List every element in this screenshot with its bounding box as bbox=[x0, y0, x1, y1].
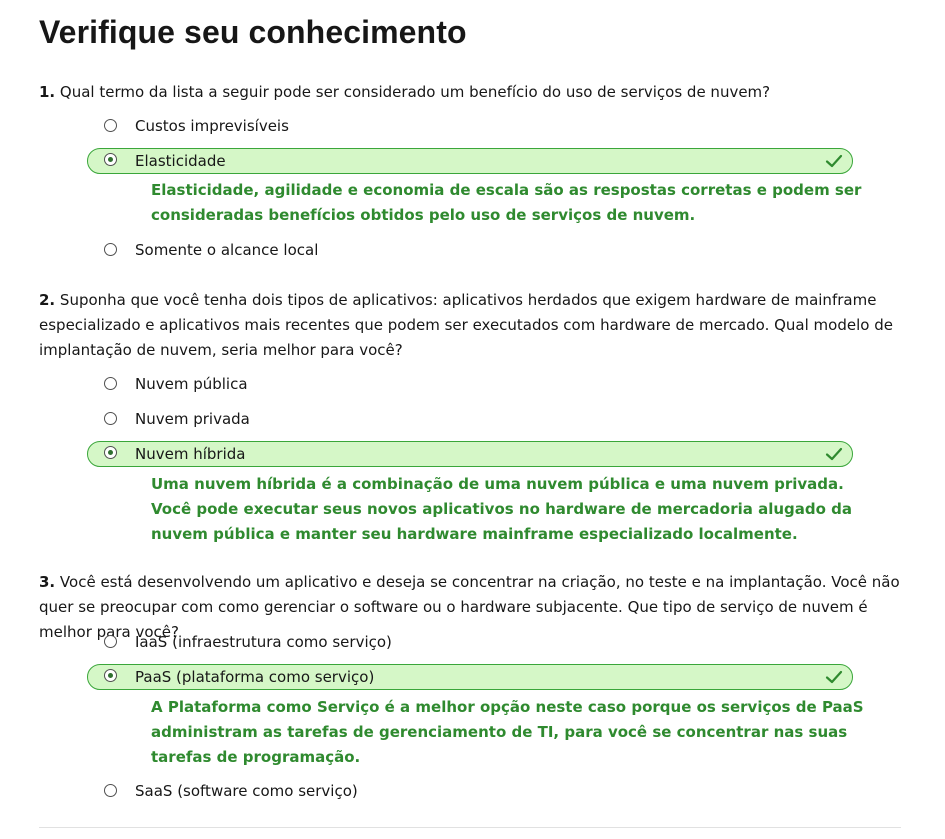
radio-dot bbox=[108, 450, 113, 455]
choice-paas[interactable]: PaaS (plataforma como serviço) bbox=[87, 664, 853, 690]
choice-label: SaaS (software como serviço) bbox=[135, 782, 358, 800]
choice-saas[interactable]: SaaS (software como serviço) bbox=[87, 779, 853, 805]
explanation: A Plataforma como Serviço é a melhor opç… bbox=[151, 698, 864, 766]
choice-label: PaaS (plataforma como serviço) bbox=[135, 668, 375, 686]
choice-label: Elasticidade bbox=[135, 152, 226, 170]
radio-button[interactable] bbox=[104, 635, 117, 648]
radio-button[interactable] bbox=[104, 119, 117, 132]
radio-button-selected[interactable] bbox=[104, 446, 117, 459]
choice-nuvem-privada[interactable]: Nuvem privada bbox=[87, 407, 853, 433]
question-text: Qual termo da lista a seguir pode ser co… bbox=[59, 83, 771, 101]
choice-nuvem-publica[interactable]: Nuvem pública bbox=[87, 372, 853, 398]
radio-button-selected[interactable] bbox=[104, 669, 117, 682]
radio-button-selected[interactable] bbox=[104, 153, 117, 166]
page-title: Verifique seu conhecimento bbox=[39, 14, 467, 50]
checkmark-icon bbox=[825, 670, 843, 684]
explanation: Elasticidade, agilidade e economia de es… bbox=[151, 181, 862, 224]
choice-label: IaaS (infraestrutura como serviço) bbox=[135, 633, 392, 651]
radio-button[interactable] bbox=[104, 412, 117, 425]
choice-elasticidade[interactable]: Elasticidade bbox=[87, 148, 853, 174]
question-2: 2. Suponha que você tenha dois tipos de … bbox=[39, 288, 901, 363]
choice-somente-alcance-local[interactable]: Somente o alcance local bbox=[87, 238, 853, 264]
checkmark-icon bbox=[825, 154, 843, 168]
choice-iaas[interactable]: IaaS (infraestrutura como serviço) bbox=[87, 630, 853, 656]
choice-label: Custos imprevisíveis bbox=[135, 117, 289, 135]
question-text: Suponha que você tenha dois tipos de apl… bbox=[39, 291, 893, 359]
question-number: 1. bbox=[39, 83, 56, 101]
radio-button[interactable] bbox=[104, 243, 117, 256]
question-number: 2. bbox=[39, 291, 56, 309]
choice-label: Nuvem pública bbox=[135, 375, 248, 393]
explanation: Uma nuvem híbrida é a combinação de uma … bbox=[151, 475, 853, 543]
radio-dot bbox=[108, 157, 113, 162]
choice-label: Nuvem privada bbox=[135, 410, 250, 428]
choice-label: Somente o alcance local bbox=[135, 241, 319, 259]
choice-nuvem-hibrida[interactable]: Nuvem híbrida bbox=[87, 441, 853, 467]
choice-label: Nuvem híbrida bbox=[135, 445, 246, 463]
radio-button[interactable] bbox=[104, 377, 117, 390]
question-number: 3. bbox=[39, 573, 56, 591]
radio-button[interactable] bbox=[104, 784, 117, 797]
radio-dot bbox=[108, 673, 113, 678]
checkmark-icon bbox=[825, 447, 843, 461]
choice-custos-imprevisiveis[interactable]: Custos imprevisíveis bbox=[87, 114, 853, 140]
question-1: 1. Qual termo da lista a seguir pode ser… bbox=[39, 80, 901, 105]
divider bbox=[39, 827, 901, 828]
